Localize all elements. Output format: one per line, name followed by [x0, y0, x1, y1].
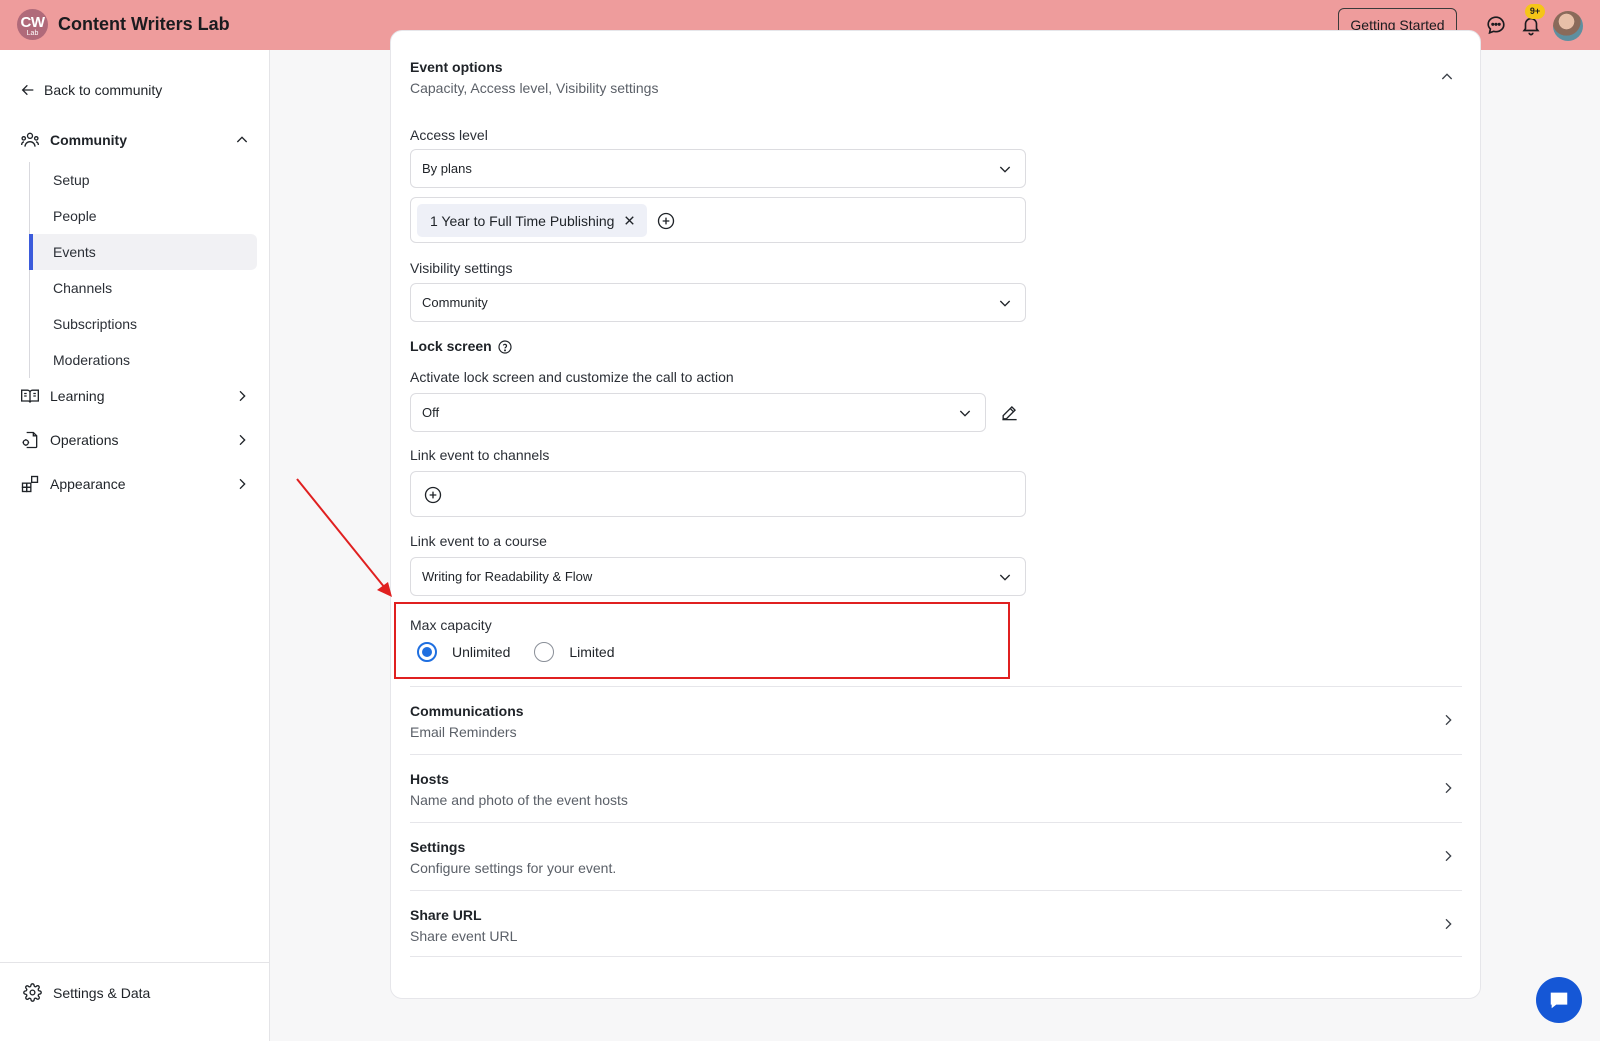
x-icon[interactable]: [622, 213, 637, 228]
collapse-chevron-up-icon[interactable]: [1439, 69, 1455, 85]
section-subtitle: Share event URL: [410, 928, 518, 944]
visibility-label: Visibility settings: [410, 260, 513, 276]
plus-circle-icon[interactable]: [423, 485, 443, 505]
question-circle-icon[interactable]: [497, 339, 513, 355]
radio-limited[interactable]: [534, 642, 555, 662]
subnav-channels[interactable]: Channels: [30, 270, 257, 306]
radio-unlimited[interactable]: [417, 642, 437, 662]
nav-community[interactable]: Community: [20, 128, 250, 152]
event-options-subtitle: Capacity, Access level, Visibility setti…: [410, 80, 659, 96]
lock-screen-description: Activate lock screen and customize the c…: [410, 369, 734, 385]
nav-learning[interactable]: Learning: [20, 384, 250, 408]
pencil-icon[interactable]: [1000, 403, 1019, 422]
plus-circle-icon[interactable]: [656, 211, 676, 231]
annotation-highlight-box: [394, 602, 1010, 679]
user-avatar[interactable]: [1553, 11, 1583, 41]
access-level-select[interactable]: By plans: [410, 149, 1026, 188]
chevron-down-icon: [999, 300, 1011, 307]
section-title: Hosts: [410, 771, 449, 787]
plan-chip: 1 Year to Full Time Publishing: [417, 204, 648, 237]
access-level-value: By plans: [422, 161, 472, 176]
arrow-left-icon: [21, 84, 34, 96]
section-title: Share URL: [410, 907, 482, 923]
max-capacity-label: Max capacity: [410, 617, 492, 633]
chevron-right-icon: [239, 478, 246, 490]
back-to-community-link[interactable]: Back to community: [20, 82, 162, 98]
chevron-up-icon: [236, 136, 248, 143]
radio-unlimited-label[interactable]: Unlimited: [452, 644, 510, 660]
book-icon: [21, 389, 39, 403]
visibility-select[interactable]: Community: [410, 283, 1026, 322]
subnav-events[interactable]: Events: [29, 234, 257, 270]
radio-limited-label[interactable]: Limited: [569, 644, 614, 660]
link-course-value: Writing for Readability & Flow: [422, 569, 593, 584]
section-communications[interactable]: Communications Email Reminders: [410, 686, 1462, 753]
section-title: Settings: [410, 839, 466, 855]
section-title: Communications: [410, 703, 524, 719]
chevron-right-icon: [1445, 714, 1452, 726]
plans-selector: 1 Year to Full Time Publishing: [410, 197, 1026, 243]
link-course-select[interactable]: Writing for Readability & Flow: [410, 557, 1026, 596]
community-subnav: Setup People Events Channels Subscriptio…: [29, 162, 257, 378]
sidebar-footer: Settings & Data: [0, 962, 270, 1041]
chevron-right-icon: [1445, 782, 1452, 794]
visibility-value: Community: [422, 295, 488, 310]
plan-chip-label: 1 Year to Full Time Publishing: [430, 212, 615, 229]
message-bubble-icon[interactable]: [1485, 14, 1507, 36]
brand-name[interactable]: Content Writers Lab: [58, 14, 230, 35]
section-share-url[interactable]: Share URL Share event URL: [410, 890, 1462, 957]
subnav-people[interactable]: People: [30, 198, 257, 234]
event-form-card: Event options Capacity, Access level, Vi…: [390, 30, 1481, 999]
back-label: Back to community: [44, 82, 163, 98]
chevron-right-icon: [1445, 918, 1452, 930]
access-level-label: Access level: [410, 127, 488, 143]
chat-widget-button[interactable]: [1536, 977, 1582, 1023]
section-subtitle: Email Reminders: [410, 724, 517, 740]
nav-appearance[interactable]: Appearance: [20, 472, 250, 496]
lock-screen-select[interactable]: Off: [410, 393, 986, 432]
nav-appearance-label: Appearance: [50, 476, 126, 492]
chevron-down-icon: [959, 410, 971, 417]
nav-operations-label: Operations: [50, 432, 119, 448]
notification-badge: 9+: [1525, 4, 1545, 19]
section-subtitle: Name and photo of the event hosts: [410, 792, 628, 808]
event-options-title: Event options: [410, 59, 503, 75]
subnav-moderations[interactable]: Moderations: [30, 342, 257, 378]
nav-learning-label: Learning: [50, 388, 105, 404]
subnav-setup[interactable]: Setup: [30, 162, 257, 198]
brand-logo[interactable]: CW Lab: [17, 9, 48, 40]
community-icon: [21, 132, 39, 147]
logo-subtext: Lab: [26, 30, 39, 37]
document-gear-icon: [22, 431, 38, 449]
section-settings[interactable]: Settings Configure settings for your eve…: [410, 822, 1462, 889]
link-channels-box: [410, 471, 1026, 517]
settings-data-link[interactable]: Settings & Data: [23, 983, 150, 1002]
chevron-down-icon: [999, 574, 1011, 581]
sidebar: Back to community Community Setup People…: [0, 50, 270, 1041]
settings-data-label: Settings & Data: [53, 984, 151, 1001]
capacity-radio-group: Unlimited Limited: [417, 642, 615, 662]
logo-text: CW: [20, 14, 46, 31]
link-course-label: Link event to a course: [410, 533, 547, 549]
chevron-right-icon: [239, 390, 246, 402]
subnav-subscriptions[interactable]: Subscriptions: [30, 306, 257, 342]
chevron-right-icon: [239, 434, 246, 446]
layout-blocks-icon: [21, 475, 39, 493]
nav-operations[interactable]: Operations: [20, 428, 250, 452]
section-hosts[interactable]: Hosts Name and photo of the event hosts: [410, 754, 1462, 821]
nav-community-label: Community: [50, 132, 127, 148]
chevron-down-icon: [999, 166, 1011, 173]
chat-bubble-icon: [1550, 992, 1568, 1009]
section-subtitle: Configure settings for your event.: [410, 860, 617, 876]
lock-screen-value: Off: [422, 405, 440, 420]
gear-icon: [23, 983, 42, 1002]
lock-screen-label: Lock screen: [410, 338, 492, 354]
link-channels-label: Link event to channels: [410, 447, 550, 463]
chevron-right-icon: [1445, 850, 1452, 862]
